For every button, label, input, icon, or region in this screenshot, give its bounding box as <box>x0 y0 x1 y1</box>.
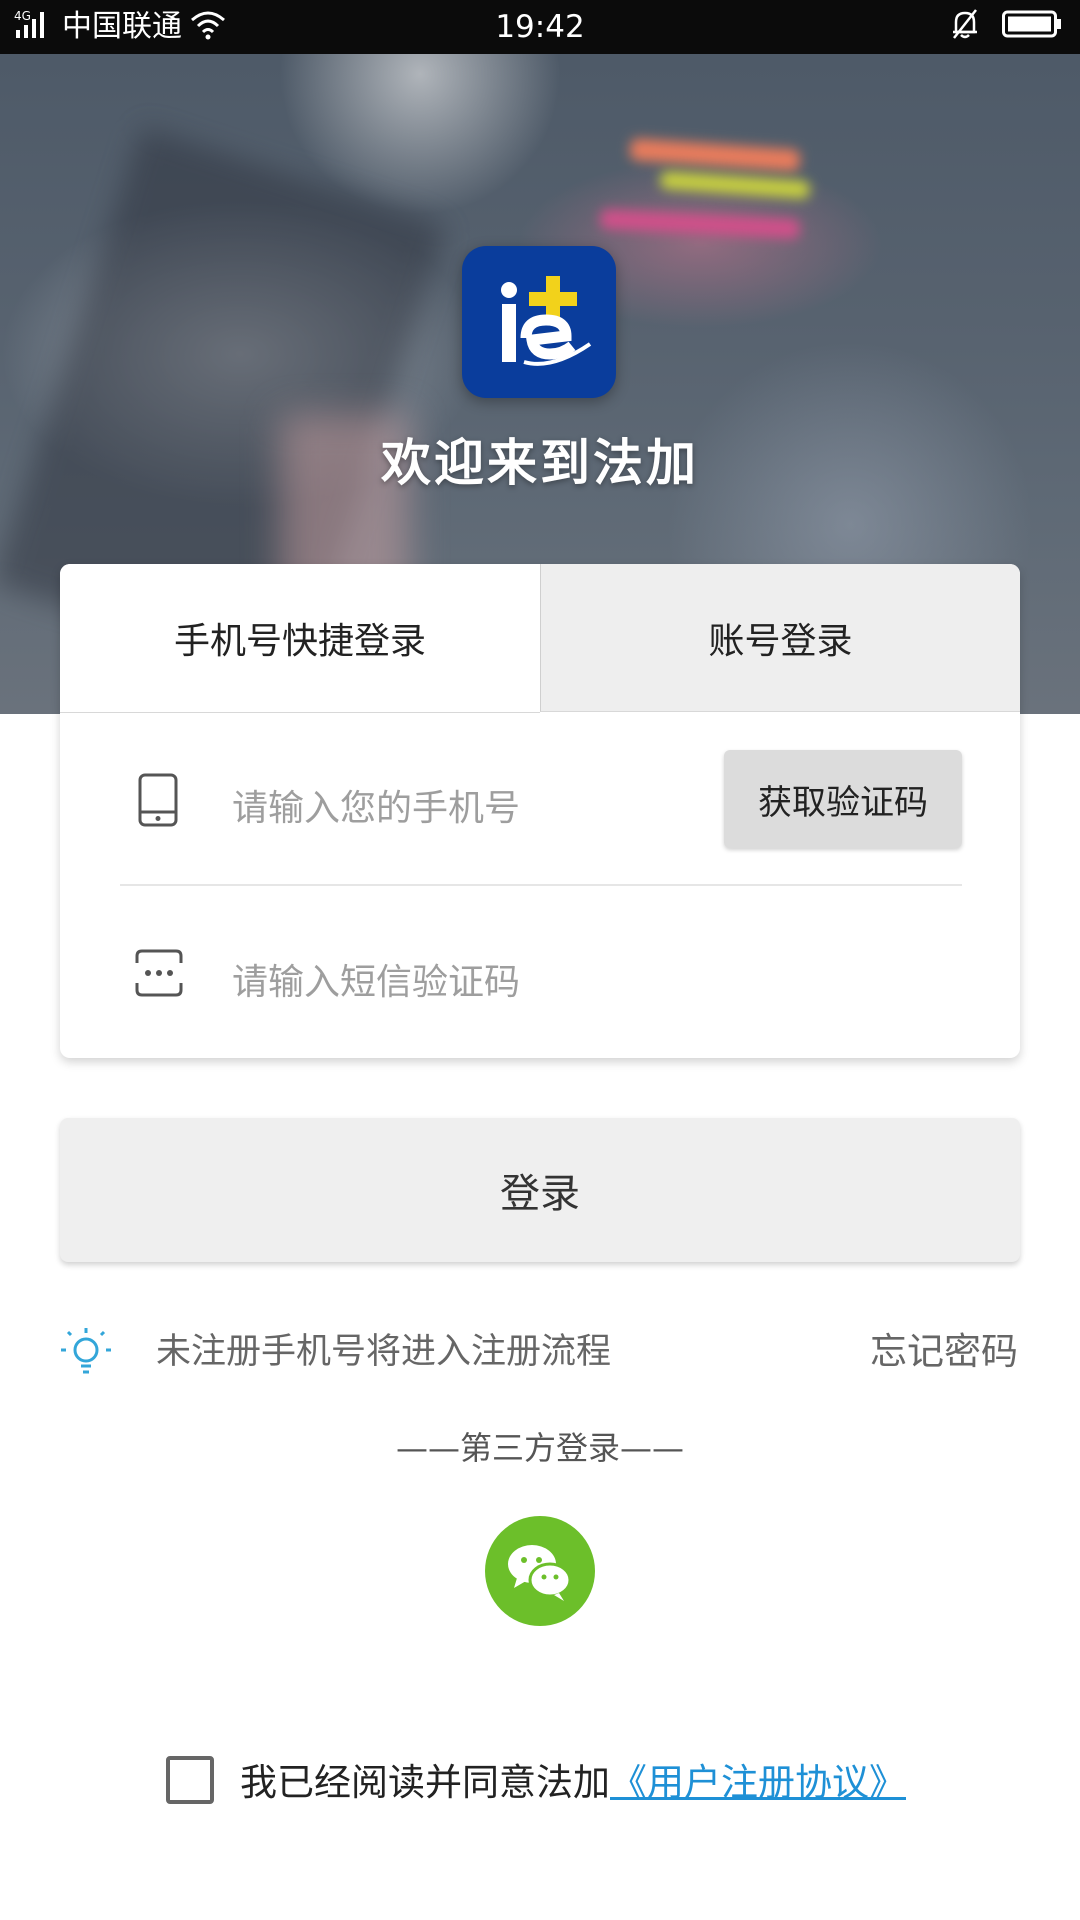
status-bar: 4G 中国联通 19:42 <box>0 0 1080 54</box>
app-logo <box>462 246 616 398</box>
login-card: 手机号快捷登录 账号登录 请输入您的手机号 获取验证码 请输入短信验证码 <box>60 564 1020 1058</box>
bell-muted-icon <box>950 8 980 44</box>
forgot-password-link[interactable]: 忘记密码 <box>870 1330 1018 1374</box>
register-tip: 未注册手机号将进入注册流程 <box>156 1332 612 1372</box>
welcome-title: 欢迎来到法加 <box>381 434 699 492</box>
battery-icon <box>1002 10 1062 42</box>
sms-code-icon <box>134 948 184 1002</box>
wechat-icon <box>485 1545 595 1630</box>
wechat-login-button[interactable] <box>485 1516 595 1626</box>
third-party-title: ——第三方登录—— <box>395 1429 684 1467</box>
login-button[interactable]: 登录 <box>60 1118 1020 1262</box>
decor-streak <box>659 170 811 200</box>
user-agreement-link[interactable]: 《用户注册协议》 <box>610 1761 906 1804</box>
agreement-label: 我已经阅读并同意法加 <box>240 1761 610 1804</box>
get-code-button[interactable]: 获取验证码 <box>724 750 962 848</box>
clock: 19:42 <box>495 9 585 45</box>
tab-phone-login[interactable]: 手机号快捷登录 <box>60 564 540 712</box>
phone-input[interactable]: 请输入您的手机号 <box>232 774 712 844</box>
agreement-text: 我已经阅读并同意法加《用户注册协议》 <box>240 1758 906 1808</box>
decor-streak <box>599 208 801 240</box>
lightbulb-icon <box>58 1324 114 1384</box>
decor-streak <box>629 138 801 172</box>
tab-account-login[interactable]: 账号登录 <box>540 564 1020 712</box>
login-tabs: 手机号快捷登录 账号登录 <box>60 564 1020 712</box>
sms-code-input[interactable]: 请输入短信验证码 <box>232 948 832 1018</box>
phone-icon <box>136 772 180 832</box>
tab-divider <box>60 712 540 713</box>
agreement-checkbox[interactable] <box>166 1756 214 1804</box>
field-divider <box>120 884 962 886</box>
